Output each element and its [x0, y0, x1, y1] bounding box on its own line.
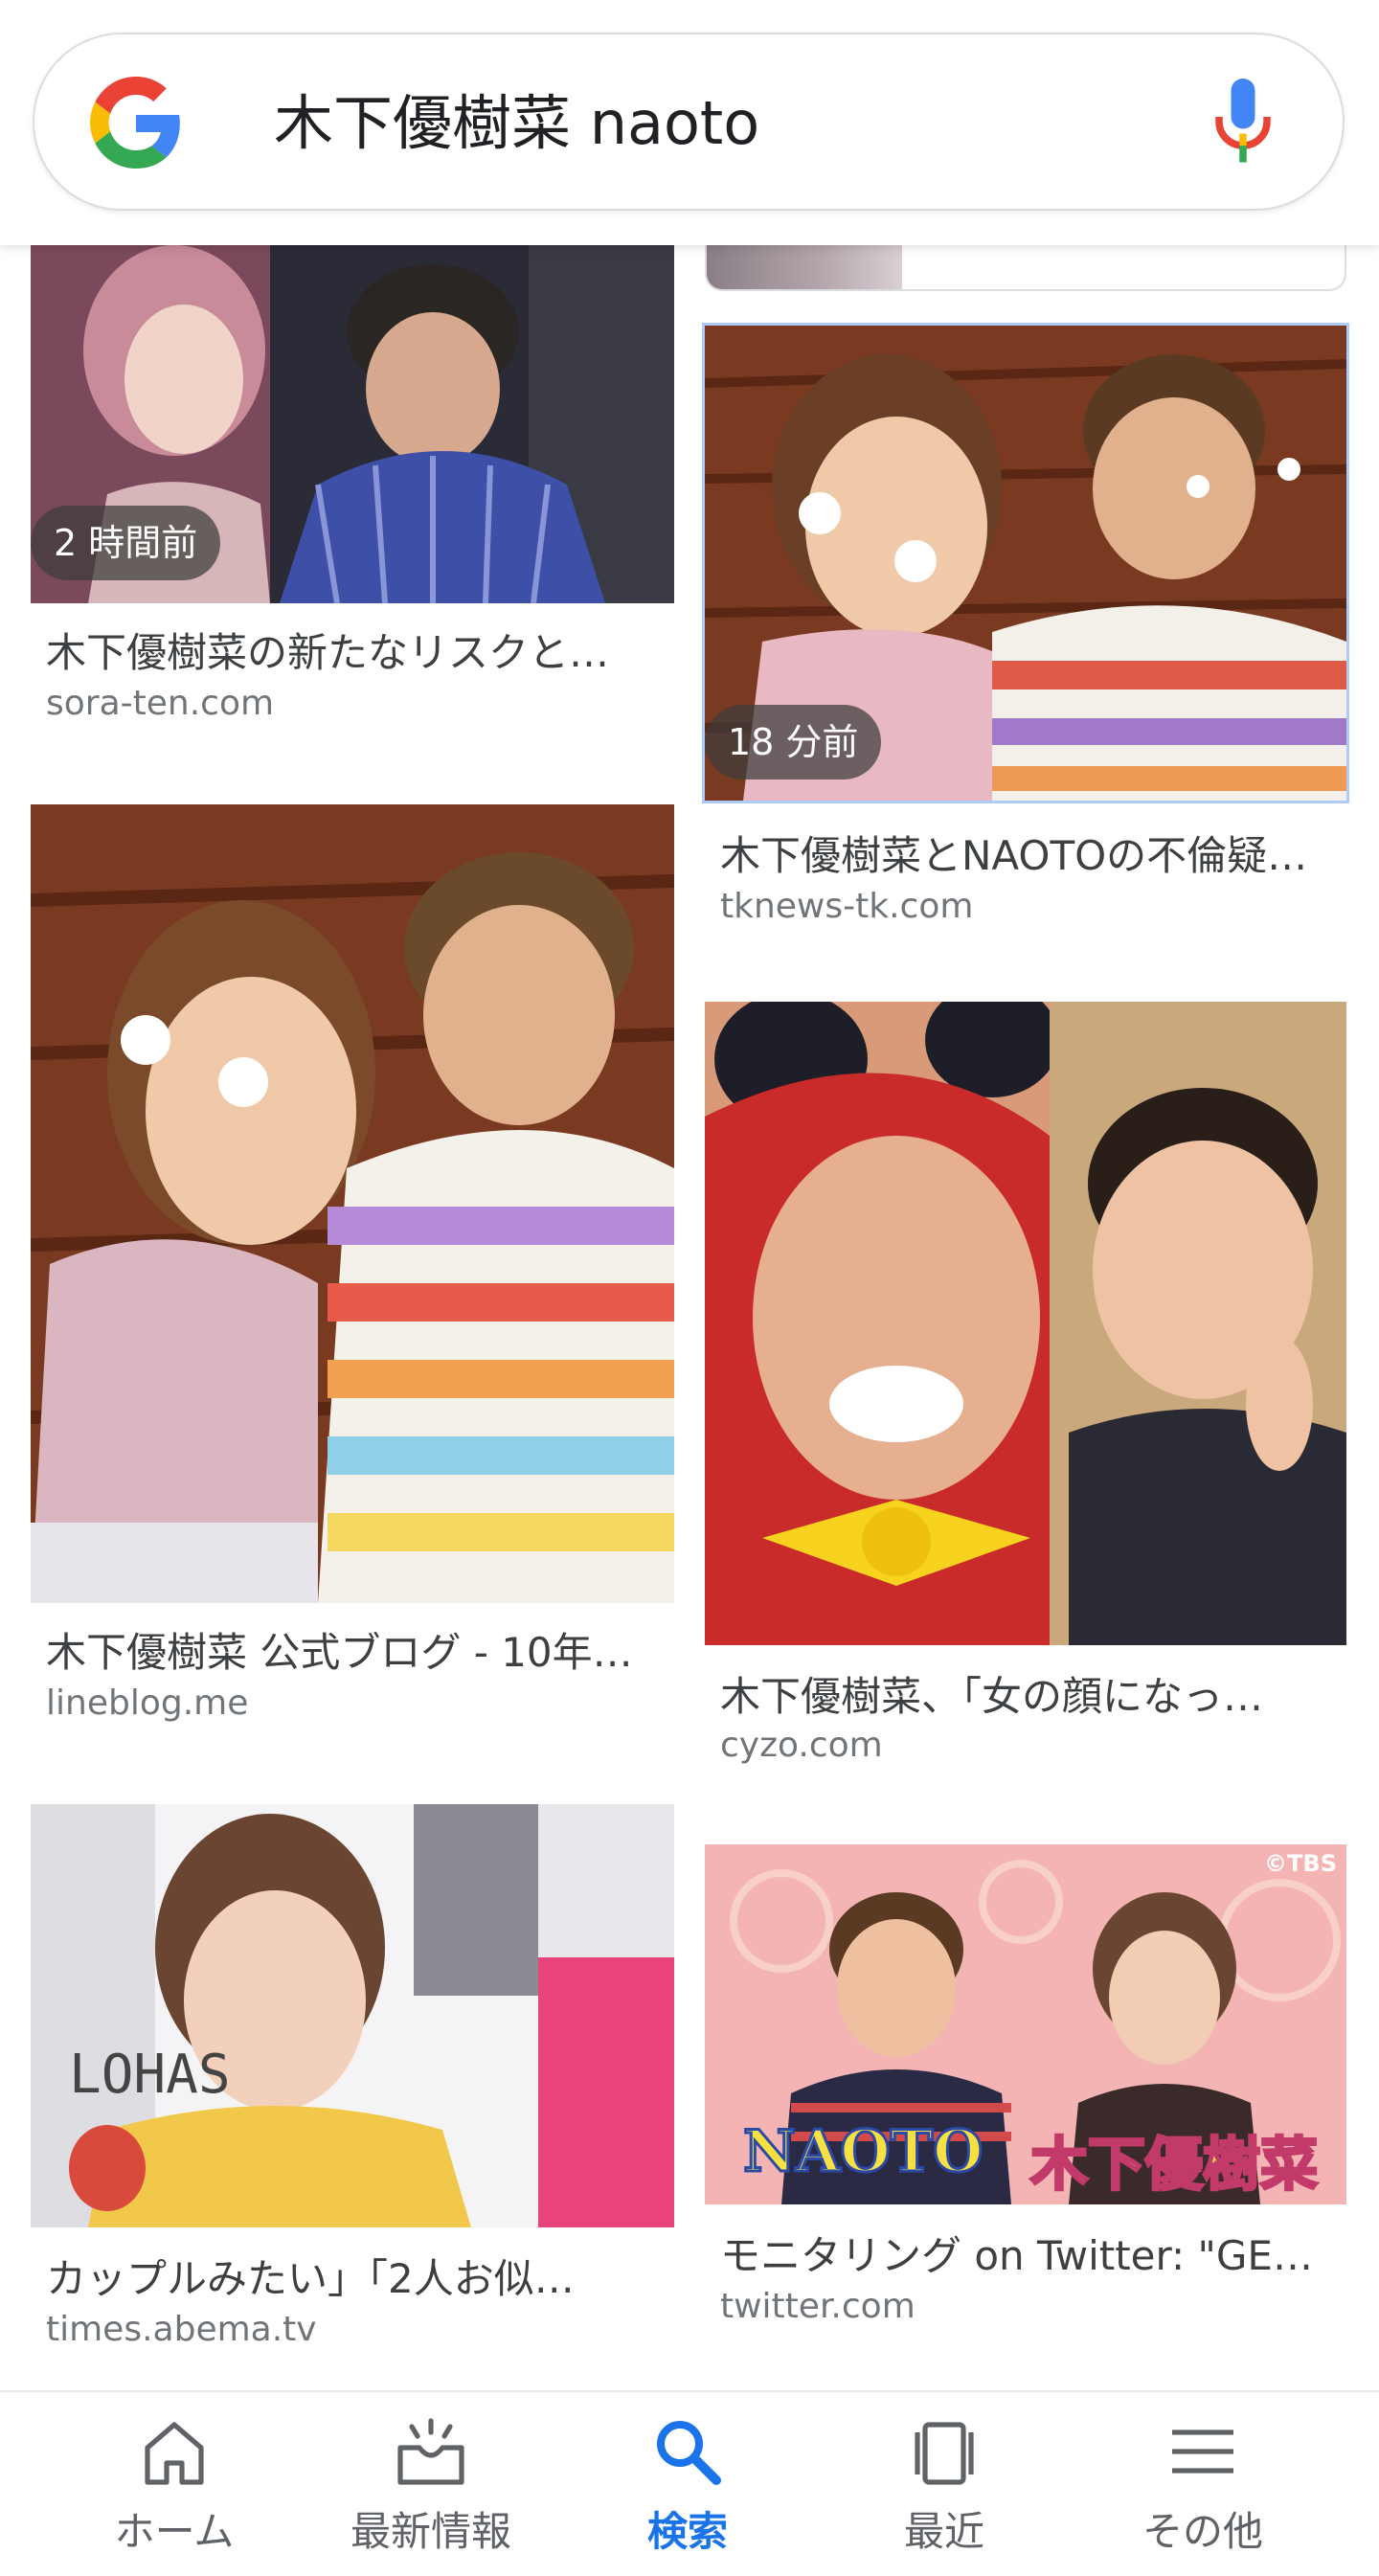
search-query[interactable]: 木下優樹菜 naoto: [274, 82, 759, 165]
result-domain[interactable]: lineblog.me: [46, 1683, 248, 1723]
result-title[interactable]: 木下優樹菜の新たなリスクと…: [46, 621, 655, 679]
bottom-navigation: ホーム 最新情報 検索 最近 その他: [0, 2390, 1379, 2576]
nav-search[interactable]: 検索: [573, 2392, 803, 2576]
nav-label: 最近: [903, 2508, 984, 2555]
result-thumbnail: [707, 239, 902, 289]
search-icon: [657, 2421, 721, 2485]
result-image-1[interactable]: 2 時間前: [31, 245, 674, 603]
result-image-4[interactable]: [705, 1002, 1346, 1645]
mic-icon[interactable]: [1214, 79, 1272, 165]
result-image-3[interactable]: [31, 804, 674, 1603]
time-badge: 18 分前: [705, 705, 882, 780]
result-image-6[interactable]: ©TBS NAOTO 木下優樹菜: [705, 1844, 1346, 2204]
result-title[interactable]: 木下優樹菜、「女の顔になっ…: [720, 1664, 1329, 1723]
result-title[interactable]: モニタリング on Twitter: "GE…: [720, 2224, 1329, 2282]
google-g-icon[interactable]: [90, 77, 182, 169]
partial-result-card[interactable]: [705, 239, 1346, 291]
caption-kinoshita: 木下優樹菜: [1029, 2131, 1320, 2201]
search-header: 木下優樹菜 naoto: [0, 0, 1379, 245]
nav-updates[interactable]: 最新情報: [316, 2392, 546, 2576]
nav-label: ホーム: [114, 2508, 235, 2555]
lohas-text: LOHAS: [69, 2044, 231, 2106]
result-domain[interactable]: tknews-tk.com: [720, 887, 973, 926]
nav-recent[interactable]: 最近: [829, 2392, 1059, 2576]
nav-label: 最新情報: [350, 2508, 511, 2555]
result-title[interactable]: 木下優樹菜とNAOTOの不倫疑…: [720, 824, 1329, 882]
nav-home[interactable]: ホーム: [59, 2392, 289, 2576]
nav-label: 検索: [646, 2508, 728, 2555]
updates-icon: [397, 2418, 464, 2485]
time-badge: 2 時間前: [31, 506, 221, 580]
result-domain[interactable]: times.abema.tv: [46, 2310, 317, 2349]
caption-naoto: NAOTO: [742, 2117, 985, 2187]
home-icon: [145, 2422, 204, 2485]
result-title[interactable]: 木下優樹菜 公式ブログ - 10年…: [46, 1620, 655, 1679]
result-image-2[interactable]: 18 分前: [702, 323, 1349, 803]
result-domain[interactable]: twitter.com: [720, 2287, 916, 2326]
result-title[interactable]: カップルみたい」「2人お似…: [46, 2247, 655, 2305]
nav-more[interactable]: その他: [1088, 2392, 1318, 2576]
result-domain[interactable]: cyzo.com: [720, 1726, 883, 1765]
tbs-mark: ©TBS: [1264, 1850, 1337, 1877]
nav-label: その他: [1142, 2508, 1263, 2555]
menu-icon: [1172, 2429, 1233, 2474]
recent-icon: [915, 2422, 974, 2485]
search-box[interactable]: 木下優樹菜 naoto: [33, 33, 1345, 211]
result-domain[interactable]: sora-ten.com: [46, 684, 274, 723]
result-image-5[interactable]: LOHAS: [31, 1804, 674, 2227]
